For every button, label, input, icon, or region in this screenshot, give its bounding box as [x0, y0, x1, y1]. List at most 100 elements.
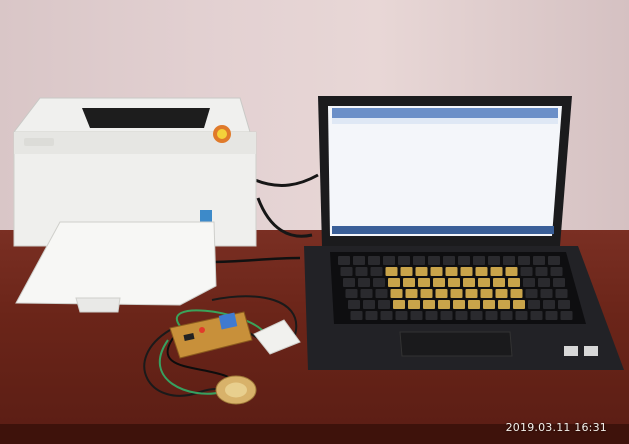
keyboard-key: [500, 311, 513, 320]
keyboard-key: [453, 300, 465, 309]
keyboard-key: [383, 256, 395, 265]
keyboard-key: [375, 289, 388, 298]
photo-scene: 2019.03.11 16:31: [0, 0, 629, 444]
keyboard-key: [360, 289, 373, 298]
keyboard-key: [413, 256, 425, 265]
keyboard-key: [410, 311, 423, 320]
keyboard-key: [545, 311, 558, 320]
keyboard-key: [548, 256, 560, 265]
keyboard-key: [450, 289, 463, 298]
keyboard-key: [388, 278, 400, 287]
keyboard-key: [378, 300, 390, 309]
keyboard-key: [505, 267, 518, 276]
keyboard-key: [438, 300, 450, 309]
keyboard-key: [398, 256, 410, 265]
keyboard-key: [543, 300, 555, 309]
keyboard-key: [470, 311, 483, 320]
keyboard-key: [485, 311, 498, 320]
keyboard-key: [338, 256, 350, 265]
keyboard-key: [558, 300, 570, 309]
keyboard-key: [463, 278, 475, 287]
keyboard-key: [495, 289, 508, 298]
keyboard-key: [435, 289, 448, 298]
keyboard-key: [445, 267, 458, 276]
keyboard-key: [415, 267, 428, 276]
keyboard-key: [408, 300, 420, 309]
keyboard-key: [418, 278, 430, 287]
keyboard-key: [430, 267, 443, 276]
keyboard-key: [535, 267, 548, 276]
keyboard-key: [440, 311, 453, 320]
keyboard-key: [468, 300, 480, 309]
printer-cable: [254, 173, 319, 187]
keyboard-key: [348, 300, 360, 309]
keyboard-key: [498, 300, 510, 309]
keyboard-key: [428, 256, 440, 265]
keyboard-key: [448, 278, 460, 287]
keyboard-key: [493, 278, 505, 287]
keyboard-key: [528, 300, 540, 309]
keyboard-key: [403, 278, 415, 287]
keyboard-key: [355, 267, 368, 276]
printer-icon: [12, 97, 257, 313]
keyboard-key: [538, 278, 550, 287]
keyboard-key: [540, 289, 553, 298]
circuit-board-icon: [169, 311, 253, 359]
keyboard-key: [465, 289, 478, 298]
scene-illustration: [12, 96, 624, 405]
keyboard-key: [425, 311, 438, 320]
usb-cable: [209, 256, 301, 264]
keyboard-key: [560, 311, 573, 320]
photo-timestamp: 2019.03.11 16:31: [505, 421, 607, 434]
keyboard-key: [370, 267, 383, 276]
keyboard-key: [513, 300, 525, 309]
keyboard-key: [550, 267, 563, 276]
keyboard-key: [503, 256, 515, 265]
keyboard-key: [345, 289, 358, 298]
keyboard-key: [443, 256, 455, 265]
keyboard-key: [518, 256, 530, 265]
keyboard-key: [480, 289, 493, 298]
keyboard-key: [353, 256, 365, 265]
keyboard-key: [433, 278, 445, 287]
keyboard-key: [340, 267, 353, 276]
keyboard-key: [380, 311, 393, 320]
keyboard-key: [395, 311, 408, 320]
keyboard-key: [343, 278, 355, 287]
keyboard-key: [553, 278, 565, 287]
keyboard-key: [363, 300, 375, 309]
keyboard-key: [483, 300, 495, 309]
keyboard-key: [423, 300, 435, 309]
keyboard-key: [368, 256, 380, 265]
keyboard-key: [400, 267, 413, 276]
keyboard-key: [523, 278, 535, 287]
keyboard-key: [350, 311, 363, 320]
printer-usb-cable: [256, 197, 313, 238]
keyboard-key: [393, 300, 405, 309]
keyboard-key: [405, 289, 418, 298]
keyboard-key: [373, 278, 385, 287]
keyboard-key: [390, 289, 403, 298]
keyboard-key: [490, 267, 503, 276]
keyboard-key: [533, 256, 545, 265]
laptop-icon: [304, 96, 624, 370]
keyboard-key: [365, 311, 378, 320]
keyboard-key: [525, 289, 538, 298]
piezo-sensor-icon: [215, 375, 257, 405]
keyboard-key: [530, 311, 543, 320]
keyboard-key: [385, 267, 398, 276]
keyboard-key: [510, 289, 523, 298]
keyboard-key: [473, 256, 485, 265]
keyboard-key: [555, 289, 568, 298]
keyboard-key: [488, 256, 500, 265]
keyboard-key: [458, 256, 470, 265]
module-icon: [253, 319, 301, 355]
keyboard-key: [358, 278, 370, 287]
keyboard-key: [420, 289, 433, 298]
keyboard-key: [478, 278, 490, 287]
keyboard-key: [515, 311, 528, 320]
keyboard-key: [455, 311, 468, 320]
keyboard-key: [475, 267, 488, 276]
keyboard-key: [508, 278, 520, 287]
keyboard-key: [460, 267, 473, 276]
